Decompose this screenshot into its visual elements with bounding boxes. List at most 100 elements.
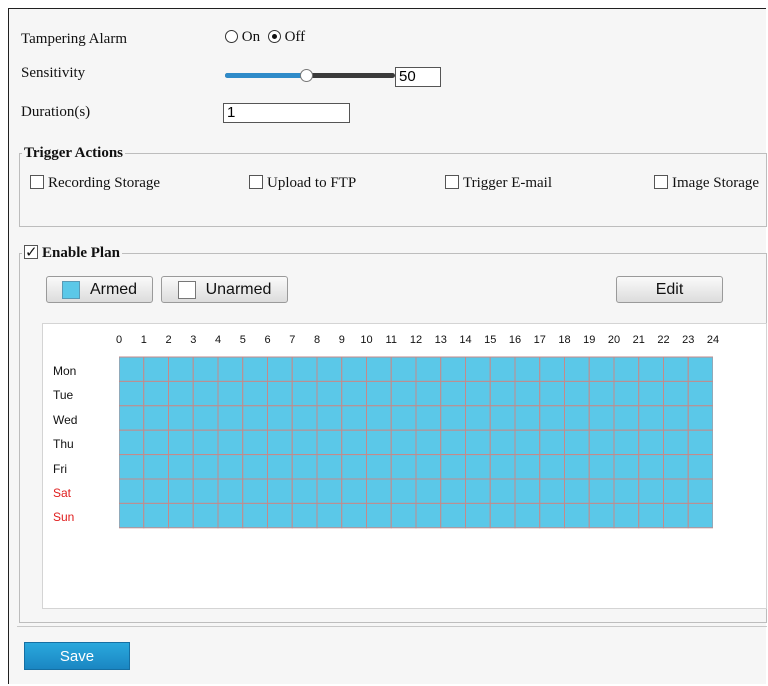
schedule-cell-thu-13[interactable] [440,429,466,456]
schedule-cell-tue-22[interactable] [663,380,689,407]
schedule-cell-tue-14[interactable] [465,380,491,407]
schedule-cell-sat-19[interactable] [588,478,615,504]
schedule-cell-wed-9[interactable] [341,405,367,431]
schedule-cell-sun-14[interactable] [465,502,491,529]
schedule-cell-sun-2[interactable] [168,502,194,529]
schedule-cell-tue-15[interactable] [489,380,516,407]
schedule-cell-sat-21[interactable] [638,478,664,504]
schedule-cell-tue-6[interactable] [267,380,293,407]
schedule-cell-mon-9[interactable] [341,356,367,382]
schedule-cell-wed-15[interactable] [489,405,516,431]
schedule-cell-mon-8[interactable] [316,356,343,382]
schedule-cell-mon-13[interactable] [440,356,466,382]
schedule-cell-mon-21[interactable] [638,356,664,382]
schedule-cell-thu-21[interactable] [638,429,664,456]
schedule-cell-mon-15[interactable] [489,356,516,382]
schedule-cell-wed-23[interactable] [687,405,713,431]
schedule-cell-sun-6[interactable] [267,502,293,529]
schedule-cell-mon-14[interactable] [465,356,491,382]
schedule-cell-thu-15[interactable] [489,429,516,456]
schedule-cell-mon-2[interactable] [168,356,194,382]
schedule-cell-thu-10[interactable] [366,429,392,456]
schedule-cell-mon-18[interactable] [564,356,590,382]
schedule-cell-thu-22[interactable] [663,429,689,456]
schedule-cell-thu-19[interactable] [588,429,615,456]
schedule-cell-fri-13[interactable] [440,454,466,480]
schedule-cell-sun-12[interactable] [415,502,442,529]
schedule-cell-fri-2[interactable] [168,454,194,480]
schedule-cell-wed-14[interactable] [465,405,491,431]
schedule-cell-sun-8[interactable] [316,502,343,529]
schedule-cell-wed-13[interactable] [440,405,466,431]
schedule-cell-wed-4[interactable] [217,405,244,431]
schedule-cell-sun-15[interactable] [489,502,516,529]
schedule-cell-sun-17[interactable] [539,502,565,529]
schedule-cell-mon-22[interactable] [663,356,689,382]
schedule-cell-wed-6[interactable] [267,405,293,431]
schedule-cell-thu-3[interactable] [192,429,219,456]
schedule-cell-thu-7[interactable] [291,429,318,456]
sensitivity-slider-handle[interactable] [300,69,313,82]
schedule-cell-wed-5[interactable] [242,405,268,431]
schedule-cell-fri-8[interactable] [316,454,343,480]
schedule-cell-sun-9[interactable] [341,502,367,529]
schedule-cell-fri-10[interactable] [366,454,392,480]
schedule-cell-fri-21[interactable] [638,454,664,480]
schedule-cell-mon-12[interactable] [415,356,442,382]
schedule-cell-thu-5[interactable] [242,429,268,456]
schedule-cell-thu-18[interactable] [564,429,590,456]
schedule-cell-tue-7[interactable] [291,380,318,407]
sensitivity-value-input[interactable]: 50 [395,67,441,87]
duration-input[interactable]: 1 [223,103,350,123]
schedule-cell-mon-19[interactable] [588,356,615,382]
schedule-cell-wed-1[interactable] [143,405,169,431]
schedule-cell-fri-19[interactable] [588,454,615,480]
schedule-cell-wed-7[interactable] [291,405,318,431]
schedule-cell-mon-5[interactable] [242,356,268,382]
image-storage-option[interactable]: Image Storage [654,175,759,192]
schedule-cell-thu-4[interactable] [217,429,244,456]
schedule-cell-sun-13[interactable] [440,502,466,529]
schedule-cell-tue-23[interactable] [687,380,713,407]
schedule-cell-sat-17[interactable] [539,478,565,504]
schedule-cell-fri-0[interactable] [119,454,145,480]
schedule-cell-sat-10[interactable] [366,478,392,504]
schedule-cell-fri-6[interactable] [267,454,293,480]
schedule-cell-mon-4[interactable] [217,356,244,382]
schedule-cell-thu-12[interactable] [415,429,442,456]
schedule-cell-fri-16[interactable] [514,454,541,480]
schedule-cell-fri-14[interactable] [465,454,491,480]
schedule-cell-wed-8[interactable] [316,405,343,431]
schedule-cell-mon-3[interactable] [192,356,219,382]
schedule-cell-sat-5[interactable] [242,478,268,504]
schedule-cell-fri-18[interactable] [564,454,590,480]
schedule-cell-sat-11[interactable] [390,478,417,504]
schedule-cell-fri-5[interactable] [242,454,268,480]
schedule-cell-sat-14[interactable] [465,478,491,504]
schedule-cell-mon-20[interactable] [613,356,640,382]
armed-button[interactable]: Armed [46,276,153,303]
schedule-cell-fri-9[interactable] [341,454,367,480]
schedule-cell-thu-16[interactable] [514,429,541,456]
schedule-cell-mon-7[interactable] [291,356,318,382]
schedule-cell-sat-3[interactable] [192,478,219,504]
enable-plan-legend[interactable]: Enable Plan [22,243,122,262]
schedule-cell-tue-1[interactable] [143,380,169,407]
schedule-cell-fri-17[interactable] [539,454,565,480]
upload-ftp-option[interactable]: Upload to FTP [249,175,356,192]
schedule-cell-wed-20[interactable] [613,405,640,431]
schedule-cell-fri-1[interactable] [143,454,169,480]
schedule-cell-sat-23[interactable] [687,478,713,504]
schedule-cell-tue-21[interactable] [638,380,664,407]
schedule-cell-tue-11[interactable] [390,380,417,407]
schedule-cell-sat-15[interactable] [489,478,516,504]
schedule-cell-tue-2[interactable] [168,380,194,407]
schedule-cell-tue-12[interactable] [415,380,442,407]
recording-storage-option[interactable]: Recording Storage [30,175,160,192]
schedule-cell-tue-9[interactable] [341,380,367,407]
schedule-cell-fri-20[interactable] [613,454,640,480]
upload-ftp-checkbox[interactable] [249,175,263,189]
schedule-cell-wed-10[interactable] [366,405,392,431]
recording-storage-checkbox[interactable] [30,175,44,189]
schedule-cell-fri-4[interactable] [217,454,244,480]
